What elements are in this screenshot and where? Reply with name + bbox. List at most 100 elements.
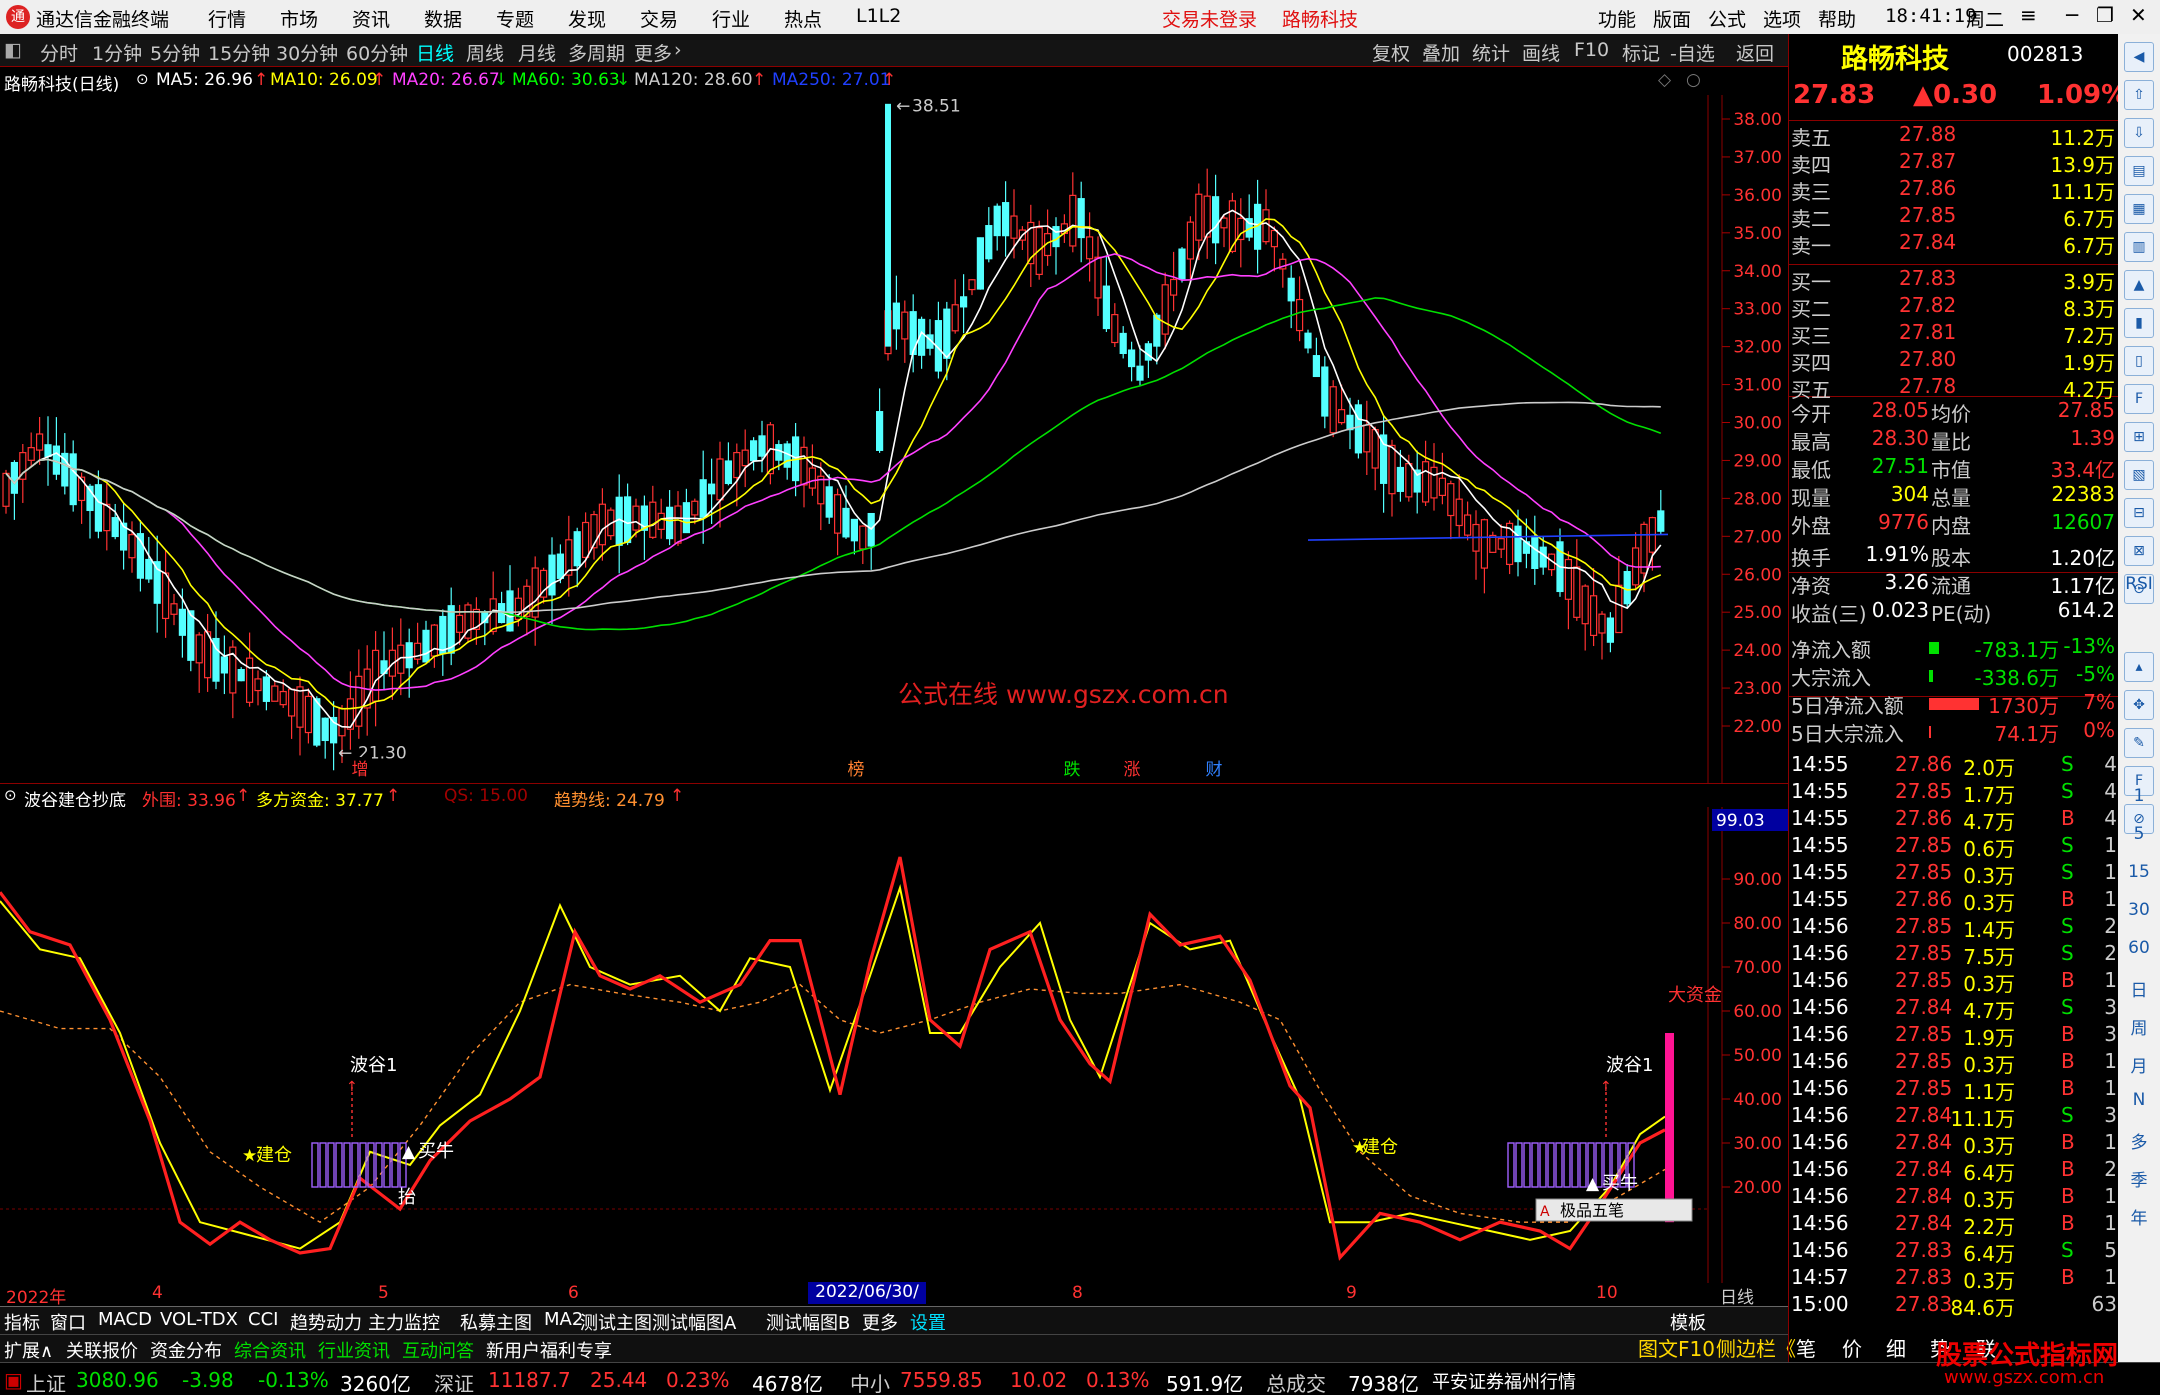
restore-icon[interactable]: ❐ <box>2096 3 2114 27</box>
index-tab[interactable]: VOL-TDX <box>160 1309 238 1330</box>
side-tab[interactable]: 侧边栏《 <box>1716 1333 1796 1362</box>
menu-news[interactable]: 资讯 <box>352 5 390 32</box>
sz-name[interactable]: 深证 <box>434 1368 474 1395</box>
period-shortcut[interactable]: 15 <box>2120 862 2158 882</box>
move-icon[interactable]: ✥ <box>2124 690 2154 720</box>
tf-minute[interactable]: 分时 <box>40 39 78 66</box>
index-tab[interactable]: 私募主图 <box>460 1309 532 1335</box>
sh-name[interactable]: 上证 <box>26 1368 66 1395</box>
period-shortcut[interactable]: 30 <box>2120 900 2158 920</box>
collapse-icon[interactable]: ◀ <box>2124 42 2154 72</box>
menu-industry[interactable]: 行业 <box>712 5 750 32</box>
more-chevron-icon[interactable]: › <box>674 39 682 61</box>
news-tab[interactable]: 资金分布 <box>150 1337 222 1363</box>
table-icon[interactable]: ▥ <box>2124 232 2154 262</box>
grid-icon[interactable]: ▦ <box>2124 194 2154 224</box>
index-tab[interactable]: MA2 <box>544 1309 583 1330</box>
minus-icon[interactable]: ⊟ <box>2124 498 2154 528</box>
menu-icon[interactable]: ≡ <box>2020 3 2037 27</box>
news-tab[interactable]: 综合资讯 <box>234 1337 306 1363</box>
tf-daily[interactable]: 日线 <box>416 39 454 66</box>
period-shortcut[interactable]: N <box>2120 1090 2158 1110</box>
index-tab[interactable]: 主力监控 <box>368 1309 440 1335</box>
cross-icon[interactable]: ⊠ <box>2124 536 2154 566</box>
news-tab[interactable]: 行业资讯 <box>318 1337 390 1363</box>
candlestick-chart[interactable]: 38.00 37.00 36.00 35.00 34.00 33.00 32.00 31.00… <box>0 95 1788 783</box>
index-tab[interactable]: CCI <box>248 1309 278 1330</box>
circle-icon[interactable]: ○ <box>1686 70 1701 90</box>
index-tab[interactable]: MACD <box>98 1309 152 1330</box>
tool-draw[interactable]: 画线 <box>1522 39 1560 66</box>
index-tab[interactable]: 设置 <box>910 1309 946 1335</box>
trade-login-status[interactable]: 交易未登录 <box>1162 5 1257 32</box>
indicator-chart[interactable]: 99.03 90.00 80.00 70.00 60.00 50.00 40.00 30.00… <box>0 807 1788 1283</box>
menu-data[interactable]: 数据 <box>424 5 462 32</box>
box-icon[interactable]: ▯ <box>2124 346 2154 376</box>
index-tab[interactable]: 模板 <box>1670 1309 1706 1335</box>
menu-trade[interactable]: 交易 <box>640 5 678 32</box>
period-shortcut[interactable]: RSI <box>2120 574 2158 594</box>
event-tag[interactable]: 涨 <box>1124 760 1141 780</box>
event-tag[interactable]: 增 <box>352 760 369 780</box>
tool-fav[interactable]: -自选 <box>1670 39 1715 66</box>
panel-toggle-icon[interactable]: ◧ <box>4 39 22 61</box>
index-tab[interactable]: 测试主图 <box>580 1309 652 1335</box>
menu-hot[interactable]: 热点 <box>784 5 822 32</box>
pattern-icon[interactable]: ▧ <box>2124 460 2154 490</box>
close-icon[interactable]: ✕ <box>2130 3 2147 27</box>
dropdown-icon[interactable]: ⊙ <box>136 70 149 88</box>
period-shortcut[interactable]: 日 <box>2120 976 2158 1001</box>
tf-60min[interactable]: 60分钟 <box>346 39 408 66</box>
menu-topic[interactable]: 专题 <box>496 5 534 32</box>
f10-icon[interactable]: F <box>2124 384 2154 414</box>
period-shortcut[interactable]: 季 <box>2120 1166 2158 1191</box>
tf-monthly[interactable]: 月线 <box>518 39 556 66</box>
menu-discover[interactable]: 发现 <box>568 5 606 32</box>
tf-5min[interactable]: 5分钟 <box>150 39 200 66</box>
news-tab[interactable]: 扩展∧ <box>4 1337 53 1363</box>
bar-icon[interactable]: ▮ <box>2124 308 2154 338</box>
tool-back[interactable]: 返回 <box>1736 39 1774 66</box>
tool-mark[interactable]: 标记 <box>1622 39 1660 66</box>
index-tab[interactable]: 测试幅图B <box>766 1309 850 1335</box>
up-icon[interactable]: ⇧ <box>2124 80 2154 110</box>
ime-popup-label[interactable]: 极品五笔 <box>1560 1201 1624 1220</box>
chart-icon[interactable]: ▲ <box>2124 270 2154 300</box>
index-tab[interactable]: 窗口 <box>50 1309 86 1335</box>
tf-multi[interactable]: 多周期 <box>568 39 625 66</box>
tf-1min[interactable]: 1分钟 <box>92 39 142 66</box>
side-tab[interactable]: 图文F10 <box>1638 1333 1715 1362</box>
period-shortcut[interactable]: 年 <box>2120 1204 2158 1229</box>
period-shortcut[interactable]: 月 <box>2120 1052 2158 1077</box>
tool-f10[interactable]: F10 <box>1574 39 1609 61</box>
index-tab[interactable]: 趋势动力 <box>290 1309 362 1335</box>
index-tab[interactable]: 更多 <box>862 1309 898 1335</box>
index-tab[interactable]: 测试幅图A <box>652 1309 736 1335</box>
menu-quotes[interactable]: 行情 <box>208 5 246 32</box>
down-icon[interactable]: ⇩ <box>2124 118 2154 148</box>
period-shortcut[interactable]: 60 <box>2120 938 2158 958</box>
news-tab[interactable]: 新用户福利专享 <box>486 1337 612 1363</box>
diamond-icon[interactable]: ◇ <box>1658 70 1671 90</box>
menu-l1l2[interactable]: L1L2 <box>856 5 901 27</box>
list-icon[interactable]: ▤ <box>2124 156 2154 186</box>
sme-name[interactable]: 中小 <box>850 1368 890 1395</box>
period-shortcut[interactable]: 周 <box>2120 1014 2158 1039</box>
menu-formula[interactable]: 公式 <box>1708 5 1746 32</box>
pencil-icon[interactable]: ✎ <box>2124 728 2154 758</box>
menu-layout[interactable]: 版面 <box>1653 5 1691 32</box>
period-shortcut[interactable]: 多 <box>2120 1128 2158 1153</box>
menu-options[interactable]: 选项 <box>1763 5 1801 32</box>
news-tab[interactable]: 关联报价 <box>66 1337 138 1363</box>
minimize-icon[interactable]: ─ <box>2066 3 2078 27</box>
event-tag[interactable]: 榜 <box>848 760 865 780</box>
menu-help[interactable]: 帮助 <box>1818 5 1856 32</box>
event-tag[interactable]: 财 <box>1206 760 1223 780</box>
tool-adjust[interactable]: 复权 <box>1372 39 1410 66</box>
tool-overlay[interactable]: 叠加 <box>1422 39 1460 66</box>
menu-market[interactable]: 市场 <box>280 5 318 32</box>
tf-15min[interactable]: 15分钟 <box>208 39 270 66</box>
event-tag[interactable]: 跌 <box>1064 760 1081 780</box>
news-tab[interactable]: 互动问答 <box>402 1337 474 1363</box>
tf-weekly[interactable]: 周线 <box>466 39 504 66</box>
